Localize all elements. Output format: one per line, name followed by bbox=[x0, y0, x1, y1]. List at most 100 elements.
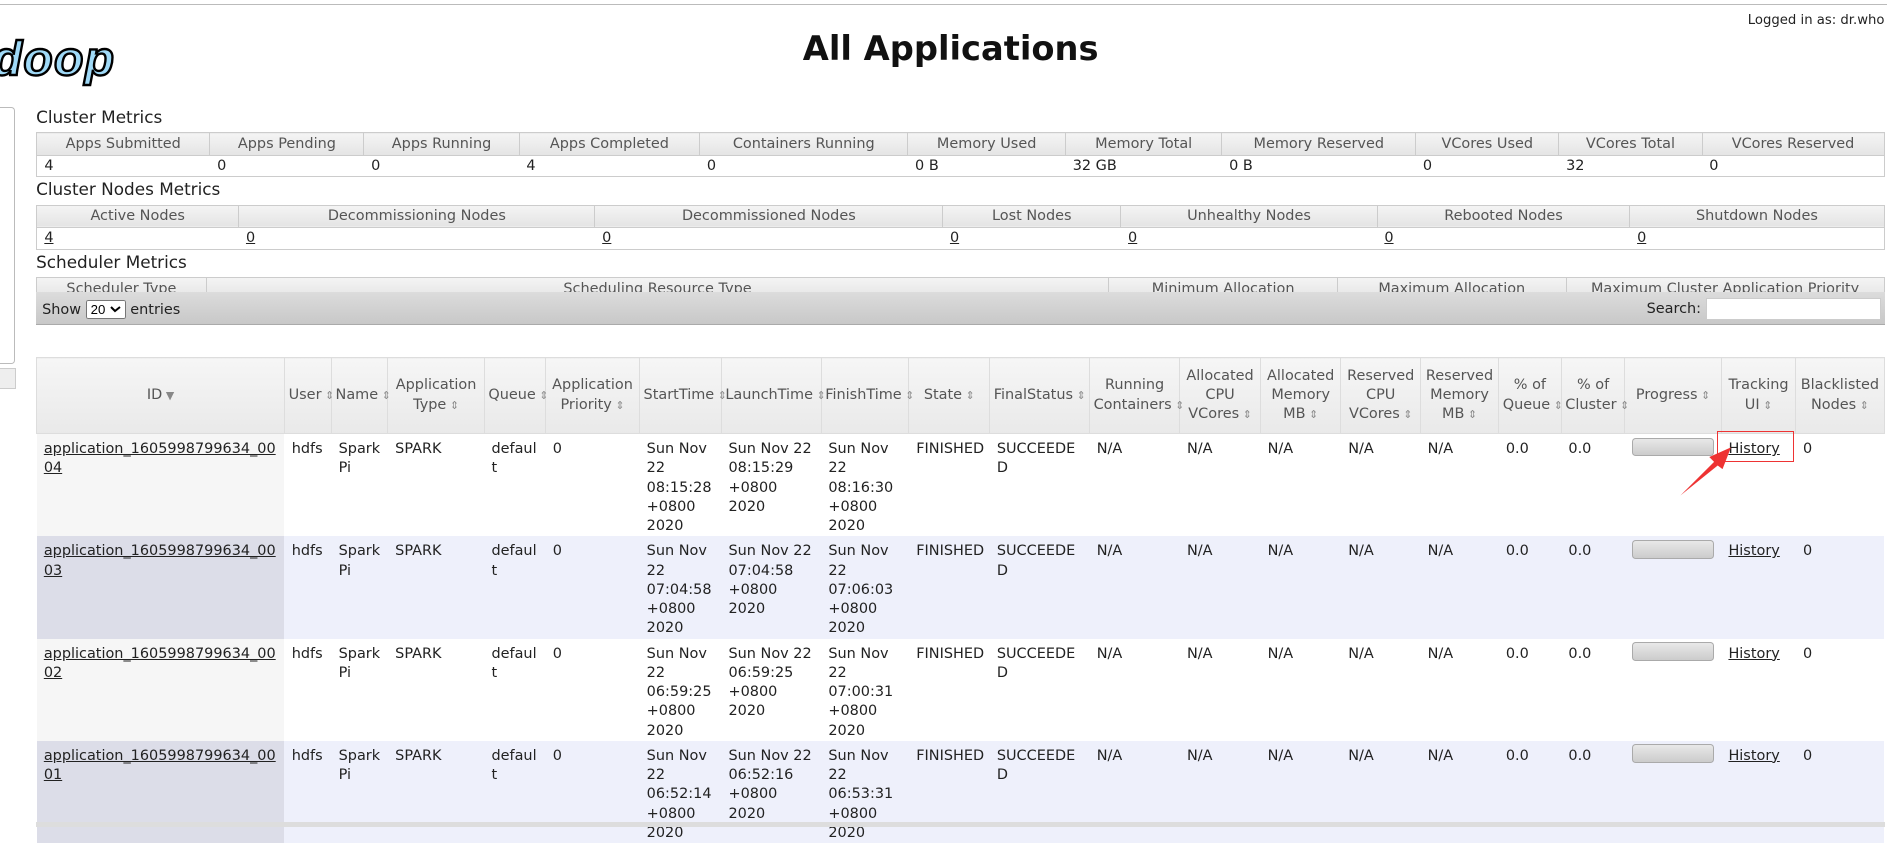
metric-value: 0 bbox=[363, 155, 520, 178]
column-header-label: Reserved Memory MB bbox=[1425, 367, 1494, 423]
metric-value: 0 bbox=[942, 227, 1121, 250]
column-header[interactable]: Application Type ⇕ bbox=[387, 357, 485, 435]
cell-progress bbox=[1624, 536, 1722, 639]
metric-header: Memory Used bbox=[907, 132, 1066, 157]
cell-rcpu: N/A bbox=[1340, 536, 1421, 639]
column-header-label: Progress bbox=[1635, 387, 1698, 404]
metric-value: 32 GB bbox=[1065, 155, 1222, 178]
cell-finish: Sun Nov 22 06:53:31 +0800 2020 bbox=[821, 740, 909, 843]
cell-start: Sun Nov 22 08:15:28 +0800 2020 bbox=[639, 433, 722, 537]
metric-link[interactable]: 4 bbox=[44, 230, 53, 246]
column-header[interactable]: ID ▼ bbox=[36, 357, 285, 435]
sort-icon: ⇕ bbox=[1076, 389, 1086, 403]
metric-link[interactable]: 0 bbox=[950, 230, 959, 246]
cell-progress bbox=[1624, 638, 1722, 741]
column-header-label: Running Containers bbox=[1093, 377, 1172, 413]
column-header[interactable]: % of Queue ⇕ bbox=[1498, 357, 1563, 435]
cell-start: Sun Nov 22 06:52:14 +0800 2020 bbox=[639, 740, 722, 843]
column-header[interactable]: Tracking UI ⇕ bbox=[1720, 357, 1797, 435]
metric-header: Decommissioned Nodes bbox=[594, 204, 944, 229]
metric-header: Memory Reserved bbox=[1221, 132, 1417, 157]
metric-header: Lost Nodes bbox=[942, 204, 1122, 229]
cell-id: application_1605998799634_0001 bbox=[36, 740, 285, 843]
cell-tracking: History bbox=[1721, 740, 1796, 843]
cell-rmem: N/A bbox=[1420, 740, 1499, 843]
column-header-label: Allocated Memory MB bbox=[1267, 367, 1335, 423]
metric-header: Apps Completed bbox=[518, 132, 701, 157]
column-header[interactable]: Allocated CPU VCores ⇕ bbox=[1179, 357, 1261, 435]
application-link[interactable]: application_1605998799634_0003 bbox=[44, 543, 276, 578]
search-input[interactable] bbox=[1705, 298, 1881, 320]
metric-value: 0 bbox=[594, 227, 943, 250]
column-header[interactable]: Progress ⇕ bbox=[1624, 357, 1722, 435]
column-header-label: Tracking UI bbox=[1728, 377, 1789, 413]
column-header[interactable]: Allocated Memory MB ⇕ bbox=[1259, 357, 1342, 435]
metric-header: Decommissioning Nodes bbox=[238, 204, 596, 229]
sidebar-toggle[interactable] bbox=[0, 368, 17, 390]
metric-header: Shutdown Nodes bbox=[1629, 204, 1885, 229]
cell-final: SUCCEEDED bbox=[989, 536, 1090, 639]
progress-bar bbox=[1632, 642, 1714, 661]
column-header[interactable]: Queue ⇕ bbox=[483, 357, 549, 435]
sort-desc-icon: ▼ bbox=[165, 389, 175, 403]
cell-user: hdfs bbox=[284, 433, 332, 537]
metric-link[interactable]: 0 bbox=[1128, 230, 1137, 246]
cell-acpu: N/A bbox=[1179, 536, 1261, 639]
metric-link[interactable]: 0 bbox=[602, 230, 611, 246]
column-header-label: Queue bbox=[488, 387, 536, 404]
column-header[interactable]: Running Containers ⇕ bbox=[1088, 357, 1184, 435]
cell-id: application_1605998799634_0003 bbox=[36, 536, 285, 639]
table-controls: Show 20 entries Search: bbox=[36, 292, 1885, 325]
show-label: Show bbox=[42, 301, 82, 318]
tracking-history-link[interactable]: History bbox=[1728, 748, 1779, 764]
cell-pq: 0.0 bbox=[1498, 536, 1562, 639]
cell-progress bbox=[1624, 740, 1722, 843]
column-header[interactable]: State ⇕ bbox=[908, 357, 991, 435]
cell-pc: 0.0 bbox=[1561, 536, 1625, 639]
column-header[interactable]: Reserved CPU VCores ⇕ bbox=[1340, 357, 1421, 435]
metric-header: Apps Pending bbox=[209, 132, 365, 157]
cell-user: hdfs bbox=[284, 638, 332, 741]
application-link[interactable]: application_1605998799634_0001 bbox=[44, 748, 276, 783]
column-header[interactable]: % of Cluster ⇕ bbox=[1560, 357, 1629, 435]
cell-launch: Sun Nov 22 06:59:25 +0800 2020 bbox=[721, 638, 822, 741]
metric-value: 4 bbox=[36, 227, 239, 250]
tracking-history-link[interactable]: History bbox=[1728, 646, 1779, 662]
application-link[interactable]: application_1605998799634_0002 bbox=[44, 646, 276, 681]
metric-link[interactable]: 0 bbox=[246, 230, 255, 246]
sort-icon: ⇕ bbox=[539, 389, 549, 403]
sort-icon: ⇕ bbox=[905, 389, 915, 403]
sort-icon: ⇕ bbox=[1242, 408, 1252, 422]
horizontal-scrollbar[interactable] bbox=[36, 821, 1885, 827]
progress-bar bbox=[1632, 744, 1714, 764]
column-header[interactable]: Reserved Memory MB ⇕ bbox=[1419, 357, 1500, 435]
metric-value: 0 bbox=[238, 227, 595, 250]
column-header[interactable]: StartTime ⇕ bbox=[638, 357, 727, 435]
cell-amem: N/A bbox=[1260, 536, 1341, 639]
entries-select[interactable]: 20 bbox=[85, 299, 126, 319]
application-link[interactable]: application_1605998799634_0004 bbox=[44, 441, 276, 476]
sort-icon: ⇕ bbox=[1859, 398, 1869, 412]
metric-link[interactable]: 0 bbox=[1637, 230, 1646, 246]
cell-blacklisted: 0 bbox=[1795, 433, 1885, 537]
cell-launch: Sun Nov 22 06:52:16 +0800 2020 bbox=[721, 740, 822, 843]
metric-header: Active Nodes bbox=[36, 204, 240, 229]
column-header-label: % of Cluster bbox=[1565, 377, 1617, 413]
cell-tracking: History bbox=[1721, 638, 1796, 741]
metric-link[interactable]: 0 bbox=[1384, 230, 1393, 246]
column-header[interactable]: User ⇕ bbox=[283, 357, 334, 435]
tracking-history-link[interactable]: History bbox=[1728, 543, 1779, 559]
cell-amem: N/A bbox=[1260, 433, 1341, 537]
column-header[interactable]: FinishTime ⇕ bbox=[820, 357, 914, 435]
cluster-nodes-metrics-table: Active Nodes Decommissioning Nodes Decommi… bbox=[36, 204, 1885, 250]
column-header[interactable]: Application Priority ⇕ bbox=[545, 357, 640, 435]
search-label: Search: bbox=[1646, 301, 1702, 318]
column-header[interactable]: FinalStatus ⇕ bbox=[989, 357, 1090, 435]
cell-priority: 0 bbox=[545, 433, 640, 537]
column-header[interactable]: Name ⇕ bbox=[330, 357, 391, 435]
column-header[interactable]: LaunchTime ⇕ bbox=[720, 357, 826, 435]
column-header-label: Name bbox=[335, 387, 379, 404]
cell-launch: Sun Nov 22 07:04:58 +0800 2020 bbox=[721, 536, 822, 639]
metric-value: 0 B bbox=[1221, 155, 1416, 178]
column-header[interactable]: Blacklisted Nodes ⇕ bbox=[1795, 357, 1885, 435]
